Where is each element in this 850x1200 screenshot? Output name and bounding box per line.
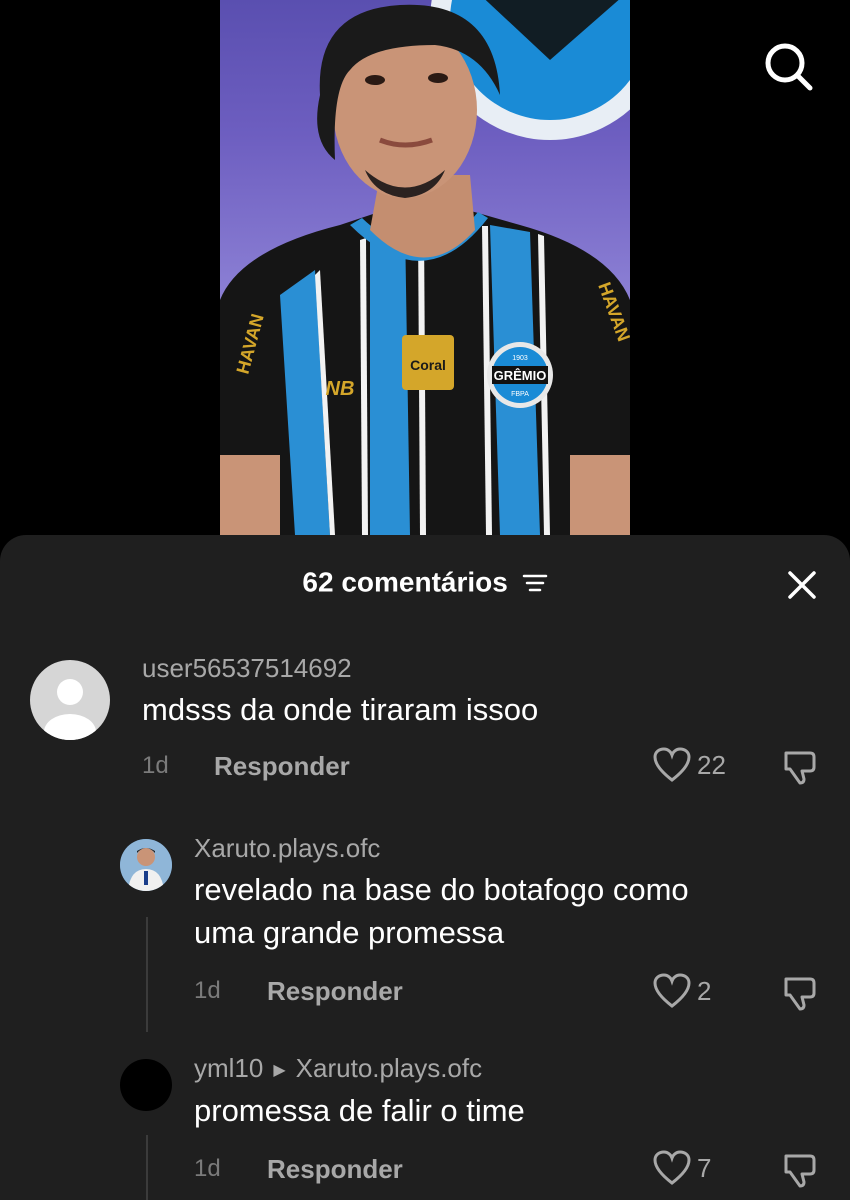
reply-arrow-icon: ▶ — [273, 1062, 286, 1080]
search-button[interactable] — [760, 38, 816, 94]
comment-time: 1d — [194, 1155, 221, 1182]
reply-to-user[interactable]: Xaruto.plays.ofc — [296, 1053, 482, 1083]
heart-icon — [653, 1150, 691, 1185]
dislike-button[interactable] — [780, 747, 820, 792]
club-badge-sub: FBPA — [511, 391, 529, 398]
heart-icon — [653, 747, 691, 782]
dislike-button[interactable] — [780, 1150, 820, 1195]
dislike-icon — [784, 1154, 816, 1188]
comment-text: promessa de falir o time — [194, 1093, 525, 1128]
reply-button[interactable]: Responder — [214, 751, 350, 782]
like-button[interactable]: 22 — [653, 747, 726, 783]
comment-username[interactable]: user56537514692 — [142, 653, 352, 684]
dislike-icon — [784, 977, 816, 1011]
reply-author[interactable]: yml10 — [194, 1053, 263, 1083]
comments-header: 62 comentários — [0, 535, 850, 631]
close-button[interactable] — [780, 563, 824, 607]
comment-item: user56537514692 mdsss da onde tiraram is… — [0, 645, 850, 805]
default-avatar-icon — [44, 679, 96, 740]
like-count: 22 — [697, 749, 726, 780]
video-frame-image: Coral GRÊMIO 1903 FBPA NB HAVAN HAVAN — [220, 0, 630, 535]
comment-username[interactable]: Xaruto.plays.ofc — [194, 833, 380, 864]
dislike-button[interactable] — [780, 973, 820, 1018]
comments-count: 62 comentários — [0, 565, 850, 599]
reply-button[interactable]: Responder — [267, 1154, 403, 1185]
comment-time: 1d — [142, 752, 169, 779]
comment-time: 1d — [194, 977, 221, 1004]
dislike-icon — [784, 751, 816, 785]
heart-icon — [653, 973, 691, 1008]
comment-text-line2: uma grande promessa — [194, 915, 505, 950]
club-badge-year: 1903 — [512, 355, 528, 362]
video-area[interactable]: Coral GRÊMIO 1903 FBPA NB HAVAN HAVAN — [0, 0, 850, 560]
comment-text: mdsss da onde tiraram issoo — [142, 692, 539, 727]
reply-item: Xaruto.plays.ofc revelado na base do bot… — [0, 827, 850, 1011]
filter-icon[interactable] — [522, 572, 548, 594]
avatar[interactable] — [120, 839, 172, 891]
like-button[interactable]: 7 — [653, 1150, 711, 1186]
avatar[interactable] — [30, 660, 110, 740]
comments-count-label: 62 comentários — [302, 566, 508, 598]
reply-item: yml10 ▶ Xaruto.plays.ofc promessa de falir… — [0, 1049, 850, 1200]
chest-sponsor-text: Coral — [410, 357, 446, 373]
video-player[interactable]: Coral GRÊMIO 1903 FBPA NB HAVAN HAVAN — [220, 0, 630, 535]
like-count: 7 — [697, 1152, 712, 1183]
close-icon — [788, 571, 816, 599]
comment-username[interactable]: yml10 ▶ Xaruto.plays.ofc — [194, 1053, 482, 1084]
svg-text:NB: NB — [326, 378, 355, 400]
avatar[interactable] — [120, 1059, 172, 1111]
user-photo-avatar — [120, 839, 172, 891]
club-badge-text: GRÊMIO — [494, 368, 547, 383]
reply-button[interactable]: Responder — [267, 976, 403, 1007]
comment-text-line1: revelado na base do botafogo como — [194, 872, 689, 907]
like-button[interactable]: 2 — [653, 973, 711, 1009]
search-icon — [765, 43, 813, 91]
like-count: 2 — [697, 975, 712, 1006]
comments-sheet: 62 comentários user56537514692 mdsss da … — [0, 535, 850, 1200]
